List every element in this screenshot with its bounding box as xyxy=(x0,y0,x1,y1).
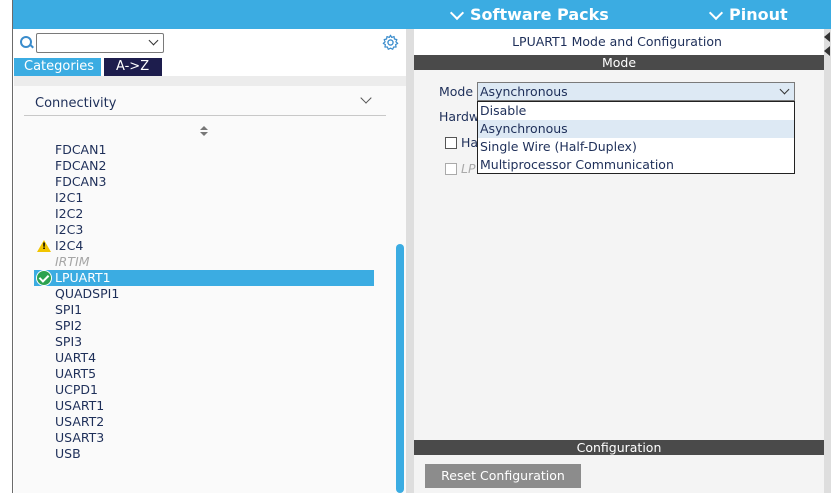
peripheral-item-irtim: IRTIM xyxy=(34,254,374,270)
peripheral-label: UCPD1 xyxy=(55,382,98,397)
category-divider xyxy=(24,115,386,116)
category-header[interactable]: Connectivity xyxy=(35,96,116,111)
pinout-label: Pinout xyxy=(729,5,788,24)
checkbox-hardware[interactable] xyxy=(445,137,457,149)
peripheral-item-i2c4[interactable]: I2C4 xyxy=(34,238,374,254)
peripheral-item-i2c2[interactable]: I2C2 xyxy=(34,206,374,222)
search-row xyxy=(20,33,164,53)
peripheral-label: USART1 xyxy=(55,398,105,413)
peripheral-item-usart3[interactable]: USART3 xyxy=(34,430,374,446)
peripheral-label: I2C4 xyxy=(55,238,84,253)
peripheral-label: FDCAN1 xyxy=(55,142,107,157)
peripheral-label: I2C1 xyxy=(55,190,84,205)
pinout-menu[interactable]: Pinout xyxy=(709,5,788,24)
right-collapse-strip xyxy=(824,29,831,493)
chevron-left-icon[interactable] xyxy=(824,46,830,56)
peripheral-tree-panel: Categories A->Z Connectivity FDCAN1 FDCAN… xyxy=(14,29,406,493)
chevron-down-icon xyxy=(779,84,790,95)
configuration-area: Reset Configuration xyxy=(414,455,824,493)
dropdown-option[interactable]: Single Wire (Half-Duplex) xyxy=(478,138,794,156)
peripheral-item-ucpd1[interactable]: UCPD1 xyxy=(34,382,374,398)
window-left-border xyxy=(0,0,13,493)
panel-title: LPUART1 Mode and Configuration xyxy=(512,34,722,49)
mode-select[interactable]: Asynchronous xyxy=(477,82,795,101)
dropdown-option[interactable]: Asynchronous xyxy=(478,120,794,138)
mode-dropdown-list: Disable Asynchronous Single Wire (Half-Dup… xyxy=(477,101,795,174)
checkbox-lp-label: LP xyxy=(461,161,476,176)
peripheral-item-usb[interactable]: USB xyxy=(34,446,374,462)
peripheral-item-uart4[interactable]: UART4 xyxy=(34,350,374,366)
app-window: Software Packs Pinout Categories A->Z Co… xyxy=(0,0,831,493)
check-circle-icon xyxy=(36,270,52,286)
collapse-arrows[interactable] xyxy=(824,30,831,60)
checkbox-hardware-label: Ha xyxy=(461,135,479,150)
peripheral-label: SPI2 xyxy=(55,318,83,333)
peripheral-item-spi1[interactable]: SPI1 xyxy=(34,302,374,318)
warning-icon xyxy=(37,240,51,252)
view-tabs: Categories A->Z xyxy=(14,58,162,76)
peripheral-label: FDCAN2 xyxy=(55,158,107,173)
peripheral-item-fdcan1[interactable]: FDCAN1 xyxy=(34,142,374,158)
configuration-section-header: Configuration xyxy=(414,440,824,455)
software-packs-label: Software Packs xyxy=(470,5,609,24)
peripheral-list: Connectivity FDCAN1 FDCAN2 FDCAN3 I2C1 I2C2 I… xyxy=(14,86,406,493)
peripheral-item-uart5[interactable]: UART5 xyxy=(34,366,374,382)
peripheral-label: LPUART1 xyxy=(55,270,111,285)
peripheral-item-i2c3[interactable]: I2C3 xyxy=(34,222,374,238)
mode-configuration-panel: LPUART1 Mode and Configuration Mode Mode… xyxy=(414,29,831,493)
tab-categories[interactable]: Categories xyxy=(14,58,101,76)
mode-label: Mode xyxy=(439,84,474,99)
tab-a-to-z[interactable]: A->Z xyxy=(104,58,162,76)
top-menu-bar: Software Packs Pinout xyxy=(13,0,831,29)
panel-divider[interactable] xyxy=(406,29,414,493)
peripheral-label: UART5 xyxy=(55,366,97,381)
peripheral-label: QUADSPI1 xyxy=(55,286,120,301)
search-input[interactable] xyxy=(36,33,164,53)
checkbox-lp xyxy=(445,163,457,175)
peripheral-label: I2C3 xyxy=(55,222,84,237)
dropdown-option[interactable]: Disable xyxy=(478,102,794,120)
peripheral-label: USART2 xyxy=(55,414,105,429)
mode-section: Mode Asynchronous Hardw Ha LP Disable Asy… xyxy=(414,70,824,440)
peripheral-label: USART3 xyxy=(55,430,105,445)
gear-icon[interactable] xyxy=(382,34,399,51)
peripheral-item-usart2[interactable]: USART2 xyxy=(34,414,374,430)
peripheral-label: SPI3 xyxy=(55,334,83,349)
chevron-down-icon xyxy=(450,8,464,22)
reset-configuration-button[interactable]: Reset Configuration xyxy=(425,464,581,488)
peripheral-item-usart1[interactable]: USART1 xyxy=(34,398,374,414)
dropdown-option[interactable]: Multiprocessor Communication xyxy=(478,156,794,174)
mode-section-header: Mode xyxy=(414,55,824,70)
peripheral-item-i2c1[interactable]: I2C1 xyxy=(34,190,374,206)
sort-icon[interactable] xyxy=(199,126,209,138)
peripheral-label: SPI1 xyxy=(55,302,83,317)
chevron-left-icon[interactable] xyxy=(824,32,830,42)
peripheral-item-spi2[interactable]: SPI2 xyxy=(34,318,374,334)
chevron-down-icon[interactable] xyxy=(360,92,372,104)
peripheral-label: IRTIM xyxy=(55,254,90,269)
scrollbar-thumb[interactable] xyxy=(396,244,404,493)
hardware-flow-control-label: Hardw xyxy=(439,109,480,124)
tab-underline xyxy=(14,76,406,86)
peripheral-label: USB xyxy=(55,446,81,461)
peripheral-item-quadspi1[interactable]: QUADSPI1 xyxy=(34,286,374,302)
peripheral-label: I2C2 xyxy=(55,206,84,221)
peripheral-item-fdcan3[interactable]: FDCAN3 xyxy=(34,174,374,190)
peripheral-item-fdcan2[interactable]: FDCAN2 xyxy=(34,158,374,174)
chevron-down-icon xyxy=(709,8,723,22)
peripheral-items: FDCAN1FDCAN2FDCAN3I2C1I2C2I2C3I2C4IRTIML… xyxy=(34,142,374,462)
search-icon[interactable] xyxy=(20,36,34,50)
software-packs-menu[interactable]: Software Packs xyxy=(450,5,609,24)
mode-select-value: Asynchronous xyxy=(480,84,568,99)
peripheral-label: FDCAN3 xyxy=(55,174,107,189)
peripheral-label: UART4 xyxy=(55,350,97,365)
peripheral-item-spi3[interactable]: SPI3 xyxy=(34,334,374,350)
peripheral-item-lpuart1[interactable]: LPUART1 xyxy=(34,270,374,286)
